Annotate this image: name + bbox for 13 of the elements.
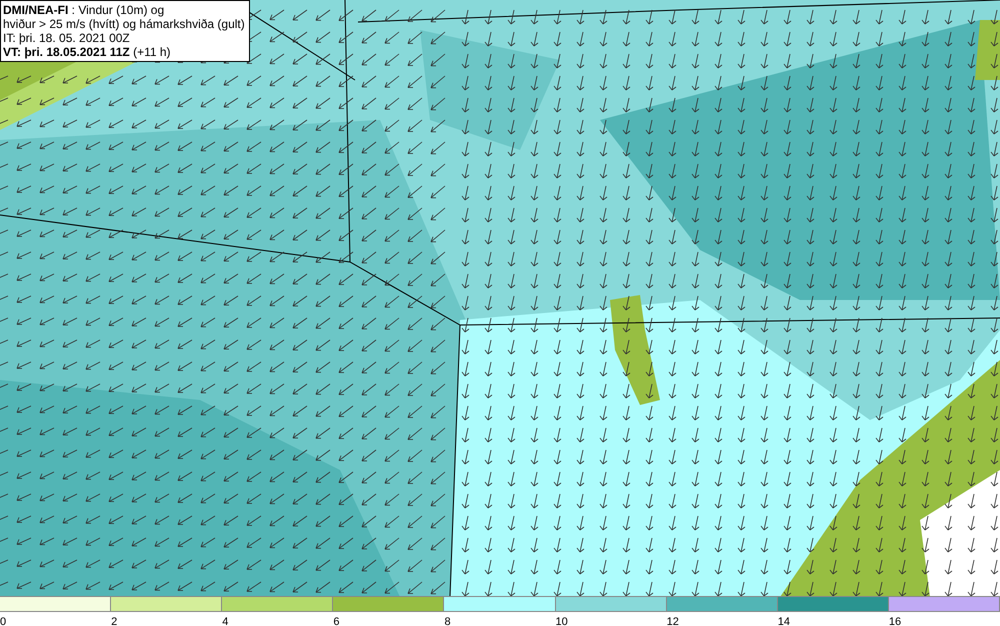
- legend-label: 12: [666, 616, 679, 626]
- info-text: hviður > 25 m/s (hvítt) og hámarkshviða (gult): [3, 17, 245, 31]
- info-text: DMI/NEA-FI : Vindur (10m) og: [3, 3, 166, 17]
- info-text: VT: þri. 18.05.2021 11Z (+11 h): [3, 45, 172, 59]
- legend-label: 14: [778, 616, 790, 626]
- legend-label: 6: [333, 616, 340, 626]
- info-text: IT: þri. 18. 05. 2021 00Z: [3, 31, 131, 45]
- legend-label: 10: [556, 616, 568, 626]
- legend-label: 8: [444, 616, 451, 626]
- legend-label: 2: [111, 616, 118, 626]
- legend-label: 16: [888, 616, 902, 626]
- legend-label: 0: [0, 616, 6, 626]
- legend-label: 4: [222, 616, 228, 626]
